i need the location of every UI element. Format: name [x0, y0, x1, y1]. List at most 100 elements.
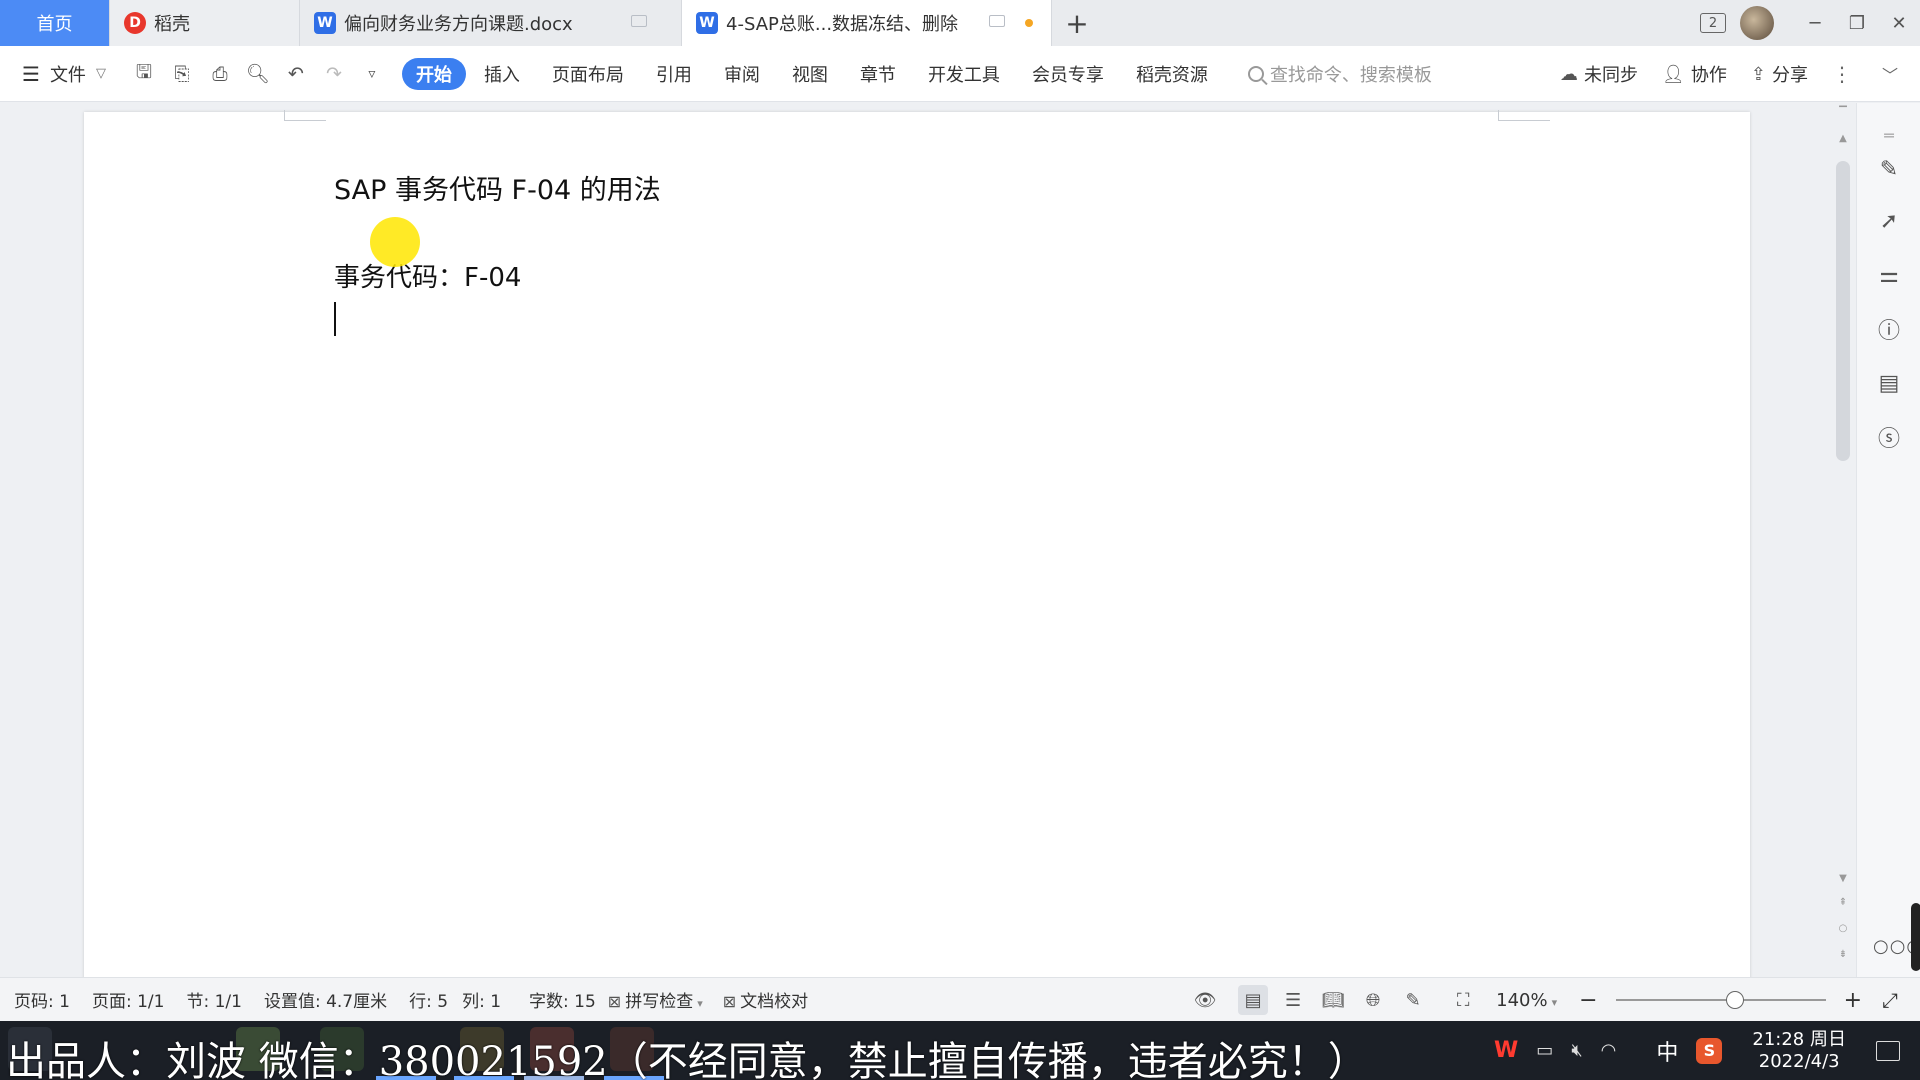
menu-start[interactable]: 开始	[401, 57, 466, 90]
scroll-down-icon[interactable]: ▼	[1836, 873, 1850, 884]
sougou-ime-icon[interactable]: S	[1696, 1037, 1723, 1064]
menu-insert[interactable]: 插入	[468, 58, 536, 90]
status-page-code[interactable]: 页码: 1	[14, 987, 70, 1012]
command-search[interactable]: 查找命令、搜索模板	[1247, 61, 1432, 87]
menu-review[interactable]: 审阅	[708, 58, 776, 90]
status-row[interactable]: 行: 5	[409, 987, 448, 1012]
eye-protection-icon[interactable]: 👁︎	[1190, 985, 1220, 1015]
hamburger-icon: ☰	[22, 61, 40, 86]
zoom-level-dropdown[interactable]: 140% ▾	[1496, 990, 1557, 1011]
web-view-icon[interactable]: 🌐︎	[1358, 985, 1388, 1015]
ime-indicator[interactable]: 中	[1656, 1035, 1678, 1067]
prev-page-icon[interactable]: ⇞	[1836, 897, 1850, 908]
scroll-up-icon[interactable]: ▲	[1836, 133, 1850, 144]
close-icon[interactable]: ✕	[1878, 0, 1920, 46]
toolbar-right: ☁ 未同步 👤︎ 协作 ⇪ 分享 ⋮ ﹀	[1560, 46, 1920, 102]
menu-member[interactable]: 会员专享	[1016, 58, 1120, 90]
sync-button[interactable]: ☁ 未同步	[1560, 61, 1638, 87]
collapse-ribbon-icon[interactable]: ﹀	[1882, 62, 1898, 86]
ribbon-menu: 开始 插入 页面布局 引用 审阅 视图 章节 开发工具 会员专享 稻壳资源	[401, 57, 1224, 90]
status-bar: 页码: 1 页面: 1/1 节: 1/1 设置值: 4.7厘米 行: 5 列: …	[0, 977, 1920, 1021]
status-word-count[interactable]: 字数: 15	[529, 987, 596, 1012]
write-view-icon[interactable]: ✎	[1398, 985, 1428, 1015]
toolbar: ☰ 文件 ▽ 🖫 ⎘ ⎙ 🔍︎ ↶ ↷ ▿ 开始 插入 页面布局 引用 审阅 视…	[0, 46, 1920, 102]
status-setting[interactable]: 设置值: 4.7厘米	[264, 987, 387, 1012]
window-count-badge: 2	[1700, 13, 1726, 33]
export-pdf-icon[interactable]: ⎘	[170, 62, 194, 86]
minimize-icon[interactable]: ─	[1794, 0, 1836, 46]
status-page[interactable]: 页面: 1/1	[92, 987, 165, 1012]
scrollbar-thumb[interactable]	[1836, 161, 1850, 461]
fullscreen-icon[interactable]: ⤢	[1882, 988, 1898, 1012]
tab-home-label: 首页	[36, 14, 73, 35]
undo-icon[interactable]: ↶	[284, 62, 308, 86]
outline-view-icon[interactable]: ☰	[1278, 985, 1308, 1015]
spell-check-button[interactable]: ⊠ 拼写检查 ▾	[608, 987, 703, 1012]
edit-pen-icon[interactable]: ✎	[1875, 155, 1903, 183]
select-cursor-icon[interactable]: ➚	[1875, 207, 1903, 235]
menu-view[interactable]: 视图	[776, 58, 844, 90]
print-icon[interactable]: ⎙	[208, 62, 232, 86]
document-line[interactable]: 事务代码：F-04	[334, 257, 521, 294]
proofread-button[interactable]: ⊠ 文档校对	[723, 987, 808, 1012]
redo-icon[interactable]: ↷	[322, 62, 346, 86]
menu-developer[interactable]: 开发工具	[912, 58, 1016, 90]
crop-mark	[284, 110, 285, 120]
volume-muted-icon[interactable]: 🔇︎	[1571, 1040, 1582, 1061]
print-preview-icon[interactable]: 🔍︎	[246, 62, 270, 86]
reading-view-icon[interactable]: 📖︎	[1318, 985, 1348, 1015]
zoom-out-button[interactable]: −	[1579, 988, 1597, 1013]
zoom-slider[interactable]	[1615, 991, 1826, 1009]
avatar[interactable]	[1740, 6, 1774, 40]
restore-icon[interactable]: ❐	[1836, 0, 1878, 46]
spell-check-label: 拼写检查	[625, 992, 694, 1012]
tab-daoke[interactable]: D 稻壳	[110, 0, 300, 46]
collab-button[interactable]: 👤︎ 协作	[1662, 61, 1727, 87]
panel-scroll-handle[interactable]	[1911, 903, 1920, 971]
watermark-text: 出品人：刘波 微信：380021592（不经同意，禁止擅自传播，违者必究！）	[6, 1039, 1368, 1080]
sync-label: 未同步	[1584, 65, 1639, 86]
menu-chapter[interactable]: 章节	[844, 58, 912, 90]
word-doc-icon: W	[314, 12, 336, 34]
scroll-top-icon[interactable]: ▔	[1836, 107, 1850, 118]
settings-sliders-icon[interactable]: ⚌	[1875, 261, 1903, 289]
menu-daoke-resources[interactable]: 稻壳资源	[1120, 58, 1224, 90]
panel-handle-icon: ═	[1884, 125, 1894, 145]
lightning-icon[interactable]: ⓢ	[1875, 423, 1903, 452]
browse-object-icon[interactable]: ○	[1836, 923, 1850, 934]
help-icon[interactable]: ⓘ	[1875, 315, 1903, 344]
status-section[interactable]: 节: 1/1	[186, 987, 242, 1012]
file-menu-button[interactable]: ☰ 文件 ▽	[22, 61, 106, 87]
wps-tray-icon[interactable]: W	[1494, 1038, 1518, 1063]
customize-icon[interactable]: ▿	[360, 62, 384, 86]
notification-icon[interactable]	[1876, 1040, 1900, 1061]
zoom-in-button[interactable]: +	[1844, 988, 1862, 1013]
tab-document-1[interactable]: W 偏向财务业务方向课题.docx	[300, 0, 682, 46]
system-clock[interactable]: 21:28 周日 2022/4/3	[1752, 1029, 1846, 1073]
tab-document-2[interactable]: W 4-SAP总账...数据冻结、删除	[682, 0, 1052, 46]
menu-page-layout[interactable]: 页面布局	[536, 58, 640, 90]
document-area: SAP 事务代码 F-04 的用法 事务代码：F-04	[0, 103, 1856, 977]
document-tool-icon[interactable]: ▤	[1875, 369, 1903, 397]
zoom-slider-knob[interactable]	[1725, 991, 1744, 1009]
wifi-icon[interactable]: ◠	[1601, 1040, 1617, 1061]
document-heading[interactable]: SAP 事务代码 F-04 的用法	[334, 168, 661, 207]
fit-page-icon[interactable]: ⛶	[1448, 985, 1478, 1015]
text-caret	[334, 302, 336, 336]
more-vertical-icon[interactable]: ⋮	[1832, 62, 1852, 86]
spell-check-icon: ⊠	[607, 992, 622, 1011]
status-column[interactable]: 列: 1	[462, 987, 501, 1012]
save-icon[interactable]: 🖫	[132, 61, 156, 86]
user-icon: 👤︎	[1662, 63, 1685, 85]
new-tab-button[interactable]: +	[1052, 0, 1102, 46]
battery-icon[interactable]: ▭	[1536, 1040, 1553, 1061]
tab-home[interactable]: 首页	[0, 0, 110, 46]
window-switch-button[interactable]: 2	[1692, 0, 1734, 46]
menu-references[interactable]: 引用	[640, 58, 708, 90]
next-page-icon[interactable]: ⇟	[1836, 949, 1850, 960]
document-page[interactable]: SAP 事务代码 F-04 的用法 事务代码：F-04	[84, 110, 1750, 977]
vertical-scrollbar[interactable]: ▔ ▲ ▼ ⇞ ○ ⇟	[1832, 103, 1856, 977]
word-doc-icon: W	[696, 12, 718, 34]
share-button[interactable]: ⇪ 分享	[1751, 61, 1808, 87]
page-view-icon[interactable]: ▤	[1238, 985, 1269, 1015]
